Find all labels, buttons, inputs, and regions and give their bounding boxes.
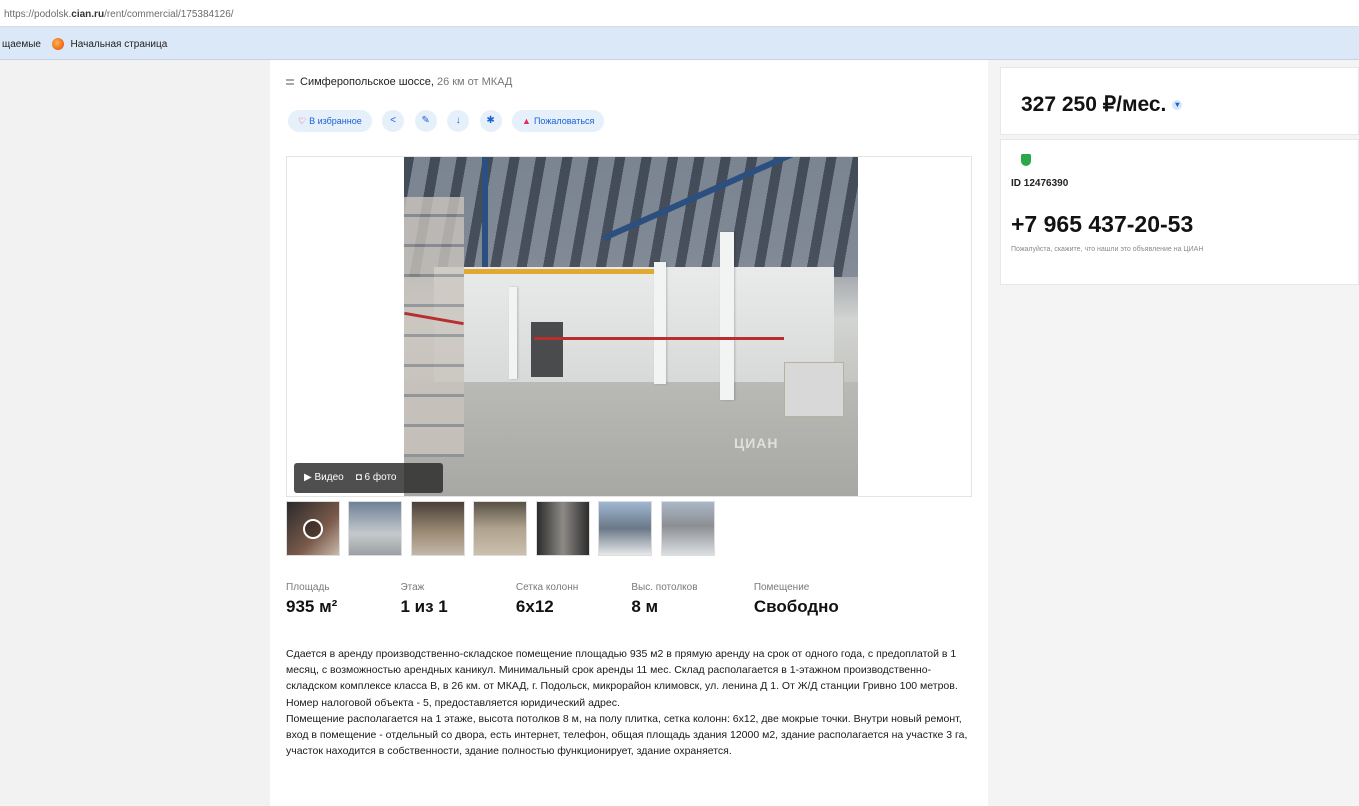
spec-label: Этаж bbox=[400, 582, 425, 593]
camera-icon: ◘ bbox=[355, 472, 362, 483]
spec-floor: Этаж 1 из 1 bbox=[400, 582, 511, 617]
guard-rail bbox=[534, 337, 784, 340]
favorite-label: В избранное bbox=[309, 116, 362, 126]
blue-post bbox=[482, 157, 488, 267]
bookmark-frequent[interactable]: щаемые bbox=[2, 39, 41, 50]
photo-gallery[interactable]: ЦИАН ▶ Видео ◘ 6 фото bbox=[286, 156, 972, 497]
spec-value: 1 из 1 bbox=[400, 597, 448, 616]
cian-watermark: ЦИАН bbox=[734, 435, 779, 451]
spec-grid: Сетка колонн 6х12 bbox=[516, 582, 627, 617]
price-value: 327 250 ₽/мес. bbox=[1021, 93, 1167, 116]
roof-structure bbox=[404, 157, 858, 277]
main-photo[interactable]: ЦИАН bbox=[404, 157, 858, 496]
listing-description: Сдается в аренду производственно-складск… bbox=[286, 646, 976, 759]
highway-name[interactable]: Симферопольское шоссе, bbox=[300, 76, 434, 88]
spec-value: 935 м² bbox=[286, 597, 338, 616]
bookmarks-bar: щаемые Начальная страница bbox=[0, 27, 1359, 60]
play-circle-icon bbox=[303, 519, 323, 539]
spec-label: Помещение bbox=[753, 582, 810, 593]
pencil-icon: ✎ bbox=[421, 115, 430, 126]
thumbnail[interactable] bbox=[473, 501, 528, 556]
spec-label: Выс. потолков bbox=[631, 582, 698, 593]
listing-actions: ♡ В избранное < ✎ ↓ ✱ ▲ Пожаловаться bbox=[288, 110, 610, 132]
spec-value: 6х12 bbox=[515, 597, 554, 616]
listing-id: ID 12476390 bbox=[1011, 178, 1069, 189]
note-button[interactable]: ✎ bbox=[414, 110, 437, 132]
spec-ceiling: Выс. потолков 8 м bbox=[631, 582, 749, 617]
heart-icon: ♡ bbox=[298, 116, 307, 126]
spec-label: Площадь bbox=[286, 582, 330, 593]
thumbnail-strip bbox=[286, 501, 719, 556]
contact-card: ID 12476390 +7 965 437-20-53 Пожалуйста,… bbox=[1000, 139, 1359, 285]
thumbnail[interactable] bbox=[348, 501, 403, 556]
share-icon: < bbox=[390, 115, 397, 126]
thumbnail-video[interactable] bbox=[286, 501, 340, 556]
specs-row: Площадь 935 м² Этаж 1 из 1 Сетка колонн … bbox=[286, 582, 874, 617]
column bbox=[509, 287, 517, 379]
thumbnail[interactable] bbox=[598, 501, 653, 556]
column bbox=[654, 262, 666, 384]
bookmark-home[interactable]: Начальная страница bbox=[71, 39, 168, 50]
favorite-button[interactable]: ♡ В избранное bbox=[288, 110, 372, 132]
spec-value: 8 м bbox=[631, 597, 659, 616]
price-card: 327 250 ₽/мес. ▾ bbox=[1000, 67, 1359, 135]
media-bar[interactable]: ▶ Видео ◘ 6 фото bbox=[294, 463, 443, 493]
contact-hint: Пожалуйста, скажите, что нашли это объяв… bbox=[1011, 246, 1204, 253]
download-button[interactable]: ↓ bbox=[447, 110, 470, 132]
spec-status: Помещение Свободно bbox=[754, 582, 874, 617]
photos-label[interactable]: 6 фото bbox=[365, 472, 397, 483]
highway-icon bbox=[286, 79, 294, 86]
warning-icon: ▲ bbox=[522, 116, 531, 126]
thumbnail[interactable] bbox=[660, 501, 715, 556]
pallet-stack bbox=[784, 362, 844, 417]
listing-main: Симферопольское шоссе, 26 км от МКАД ♡ В … bbox=[270, 60, 988, 806]
column bbox=[720, 232, 734, 400]
description-paragraph: Помещение располагается на 1 этаже, высо… bbox=[286, 712, 968, 758]
spec-label: Сетка колонн bbox=[515, 582, 579, 593]
address-bar[interactable]: https://podolsk.cian.ru/rent/commercial/… bbox=[0, 0, 1359, 27]
back-wall bbox=[434, 267, 834, 387]
settings-button[interactable]: ✱ bbox=[479, 110, 502, 132]
download-icon: ↓ bbox=[455, 115, 461, 126]
gear-icon: ✱ bbox=[486, 115, 495, 126]
firefox-icon bbox=[51, 38, 64, 50]
thumbnail[interactable] bbox=[410, 501, 465, 556]
url-prefix: https://podolsk. bbox=[4, 9, 72, 20]
spec-value: Свободно bbox=[753, 597, 839, 616]
highway-line: Симферопольское шоссе, 26 км от МКАД bbox=[286, 76, 512, 88]
description-paragraph: Сдается в аренду производственно-складск… bbox=[286, 648, 958, 709]
storage-racks bbox=[404, 197, 464, 457]
share-button[interactable]: < bbox=[382, 110, 405, 132]
thumbnail[interactable] bbox=[535, 501, 590, 556]
url-path: /rent/commercial/175384126/ bbox=[104, 9, 234, 20]
phone-number[interactable]: +7 965 437-20-53 bbox=[1011, 211, 1193, 238]
highway-distance: 26 км от МКАД bbox=[436, 76, 513, 88]
crane-beam bbox=[464, 269, 664, 274]
report-label: Пожаловаться bbox=[533, 116, 595, 126]
left-gutter bbox=[0, 60, 270, 806]
shield-check-icon bbox=[1021, 154, 1031, 166]
report-button[interactable]: ▲ Пожаловаться bbox=[512, 110, 605, 132]
chevron-down-icon[interactable]: ▾ bbox=[1172, 100, 1183, 111]
url-domain: cian.ru bbox=[71, 9, 105, 20]
spec-area: Площадь 935 м² bbox=[286, 582, 396, 617]
play-icon: ▶ bbox=[304, 472, 312, 483]
video-label[interactable]: Видео bbox=[314, 472, 343, 483]
price-row: 327 250 ₽/мес. ▾ bbox=[1021, 92, 1183, 117]
warehouse-door bbox=[531, 322, 563, 377]
